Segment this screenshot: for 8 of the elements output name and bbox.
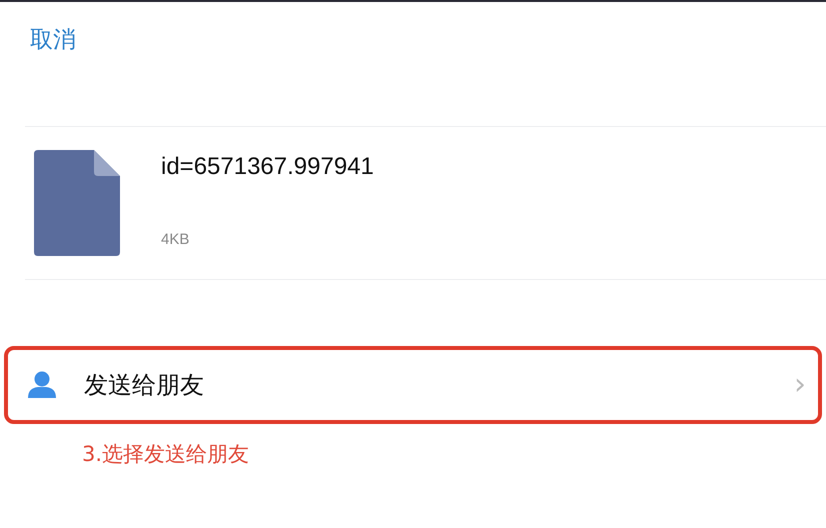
document-icon (34, 150, 120, 256)
cancel-button[interactable]: 取消 (30, 24, 76, 56)
person-icon (26, 371, 58, 399)
chevron-icon: › (794, 370, 806, 400)
send-to-friend-row[interactable]: 发送给朋友 › (4, 346, 822, 424)
file-size: 4KB (161, 231, 190, 248)
annotation-text: 3.选择发送给朋友 (82, 441, 250, 468)
file-name: id=6571367.997941 (161, 153, 374, 181)
